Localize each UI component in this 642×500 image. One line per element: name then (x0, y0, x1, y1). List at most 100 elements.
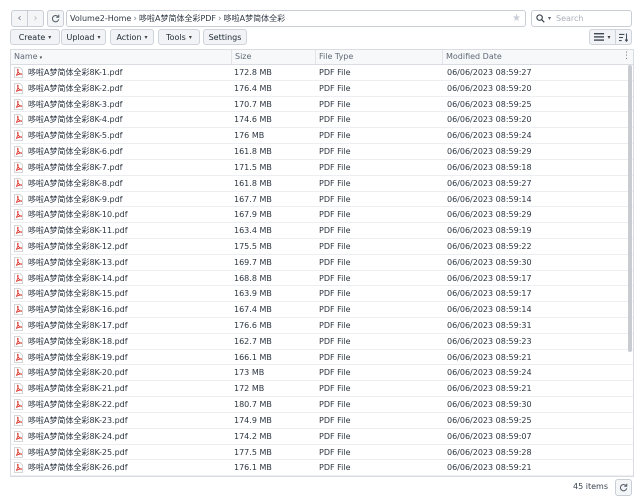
file-type: PDF File (319, 178, 351, 188)
search-icon[interactable] (536, 13, 548, 25)
file-row[interactable]: 哆啦A梦简体全彩8K-15.pdf 163.9 MB PDF File 06/06/2… (11, 286, 633, 303)
item-count: 45 items (573, 482, 608, 491)
file-name-cell: 哆啦A梦简体全彩8K-6.pdf (14, 144, 228, 159)
file-rows: 哆啦A梦简体全彩8K-1.pdf 172.8 MB PDF File 06/06/20… (11, 65, 633, 476)
vertical-scrollbar[interactable] (628, 65, 632, 352)
action-label: Action (116, 32, 142, 42)
file-size: 174.6 MB (234, 115, 272, 125)
file-row[interactable]: 哆啦A梦简体全彩8K-3.pdf 170.7 MB PDF File 06/06/20… (11, 97, 633, 113)
file-modified-date: 06/06/2023 08:59:29 (447, 147, 532, 157)
file-name: 哆啦A梦简体全彩8K-18.pdf (28, 336, 128, 346)
upload-button[interactable]: Upload ▾ (61, 29, 106, 45)
file-row[interactable]: 哆啦A梦简体全彩8K-10.pdf 167.9 MB PDF File 06/06/2… (11, 207, 633, 224)
file-type: PDF File (319, 226, 351, 236)
file-row[interactable]: 哆啦A梦简体全彩8K-9.pdf 167.7 MB PDF File 06/06/20… (11, 192, 633, 208)
file-name-cell: 哆啦A梦简体全彩8K-11.pdf (14, 223, 228, 238)
pdf-file-icon (14, 241, 23, 252)
settings-button[interactable]: Settings (203, 29, 247, 45)
sort-ascending-icon: ▾ (39, 55, 43, 61)
file-size: 167.9 MB (234, 210, 272, 220)
file-row[interactable]: 哆啦A梦简体全彩8K-7.pdf 171.5 MB PDF File 06/06/20… (11, 160, 633, 176)
file-size: 163.4 MB (234, 226, 272, 236)
file-name: 哆啦A梦简体全彩8K-9.pdf (28, 194, 123, 204)
path-bar[interactable]: Volume2-Home › 哆啦A梦简体全彩PDF › 哆啦A梦简体全彩 ★ (66, 10, 526, 27)
file-row[interactable]: 哆啦A梦简体全彩8K-25.pdf 177.5 MB PDF File 06/06/2… (11, 445, 633, 461)
file-size: 161.8 MB (234, 178, 272, 188)
column-header-file-type[interactable]: File Type (316, 50, 443, 64)
file-type: PDF File (319, 384, 351, 394)
search-box[interactable]: ▾ (531, 10, 632, 27)
file-row[interactable]: 哆啦A梦简体全彩8K-20.pdf 173 MB PDF File 06/06/202… (11, 365, 633, 382)
breadcrumb-current-folder[interactable]: 哆啦A梦简体全彩 (224, 13, 285, 24)
file-row[interactable]: 哆啦A梦简体全彩8K-6.pdf 161.8 MB PDF File 06/06/20… (11, 144, 633, 160)
file-row[interactable]: 哆啦A梦简体全彩8K-18.pdf 162.7 MB PDF File 06/06/2… (11, 334, 633, 350)
sort-button[interactable] (616, 29, 632, 45)
file-name-cell: 哆啦A梦简体全彩8K-2.pdf (14, 81, 228, 96)
file-row[interactable]: 哆啦A梦简体全彩8K-8.pdf 161.8 MB PDF File 06/06/20… (11, 176, 633, 192)
column-menu-icon[interactable]: ⋮ (622, 50, 631, 64)
file-row[interactable]: 哆啦A梦简体全彩8K-5.pdf 176 MB PDF File 06/06/2023… (11, 128, 633, 145)
file-modified-date: 06/06/2023 08:59:19 (447, 226, 532, 236)
pdf-file-icon (14, 146, 23, 157)
forward-button[interactable]: › (27, 10, 44, 27)
pdf-file-icon (14, 67, 23, 78)
file-row[interactable]: 哆啦A梦简体全彩8K-22.pdf 180.7 MB PDF File 06/06/2… (11, 397, 633, 413)
search-options-chevron-icon[interactable]: ▾ (548, 15, 551, 22)
breadcrumb-volume[interactable]: Volume2-Home (70, 14, 131, 23)
file-row[interactable]: 哆啦A梦简体全彩8K-24.pdf 174.2 MB PDF File 06/06/2… (11, 429, 633, 445)
file-row[interactable]: 哆啦A梦简体全彩8K-23.pdf 174.9 MB PDF File 06/06/2… (11, 413, 633, 429)
column-header-name[interactable]: Name ▾ (11, 50, 232, 64)
pdf-file-icon (14, 335, 23, 347)
pdf-file-icon (14, 351, 23, 363)
view-mode-button[interactable]: ▾ (589, 29, 616, 45)
file-row[interactable]: 哆啦A梦简体全彩8K-16.pdf 167.4 MB PDF File 06/06/2… (11, 302, 633, 318)
star-icon[interactable]: ★ (512, 13, 521, 24)
reload-list-button[interactable] (615, 479, 632, 496)
file-type: PDF File (319, 447, 351, 457)
file-name-cell: 哆啦A梦简体全彩8K-25.pdf (14, 445, 228, 460)
file-type: PDF File (319, 368, 351, 378)
file-row[interactable]: 哆啦A梦简体全彩8K-4.pdf 174.6 MB PDF File 06/06/20… (11, 112, 633, 129)
file-row[interactable]: 哆啦A梦简体全彩8K-12.pdf 175.5 MB PDF File 06/06/2… (11, 239, 633, 255)
file-row[interactable]: 哆啦A梦简体全彩8K-26.pdf 176.1 MB PDF File 06/06/2… (11, 460, 633, 476)
file-row[interactable]: 哆啦A梦简体全彩8K-1.pdf 172.8 MB PDF File 06/06/20… (11, 65, 633, 81)
file-row[interactable]: 哆啦A梦简体全彩8K-17.pdf 176.6 MB PDF File 06/06/2… (11, 318, 633, 334)
pdf-file-icon (14, 82, 23, 94)
pdf-file-icon (14, 383, 23, 395)
settings-label: Settings (208, 32, 242, 42)
create-button[interactable]: Create ▾ (10, 29, 60, 45)
column-header-modified-date[interactable]: Modified Date (443, 50, 625, 64)
action-button[interactable]: Action ▾ (110, 29, 154, 45)
file-size: 176.4 MB (234, 83, 272, 93)
file-name-cell: 哆啦A梦简体全彩8K-15.pdf (14, 286, 228, 301)
tools-button[interactable]: Tools ▾ (158, 29, 200, 45)
refresh-button[interactable] (47, 10, 64, 27)
file-name-cell: 哆啦A梦简体全彩8K-14.pdf (14, 271, 228, 286)
file-row[interactable]: 哆啦A梦简体全彩8K-11.pdf 163.4 MB PDF File 06/06/2… (11, 223, 633, 239)
file-size: 162.7 MB (234, 336, 272, 346)
file-type: PDF File (319, 289, 351, 299)
back-button[interactable]: ‹ (11, 10, 28, 27)
file-row[interactable]: 哆啦A梦简体全彩8K-2.pdf 176.4 MB PDF File 06/06/20… (11, 81, 633, 97)
file-name: 哆啦A梦简体全彩8K-22.pdf (28, 400, 128, 410)
file-modified-date: 06/06/2023 08:59:29 (447, 210, 532, 220)
file-row[interactable]: 哆啦A梦简体全彩8K-21.pdf 172 MB PDF File 06/06/202… (11, 381, 633, 398)
file-list: Name ▾ Size File Type Modified Date ⋮ 哆啦A… (10, 49, 634, 477)
file-row[interactable]: 哆啦A梦简体全彩8K-14.pdf 168.8 MB PDF File 06/06/2… (11, 271, 633, 287)
file-type: PDF File (319, 68, 351, 77)
file-row[interactable]: 哆啦A梦简体全彩8K-13.pdf 169.7 MB PDF File 06/06/2… (11, 255, 633, 271)
create-label: Create (18, 32, 46, 42)
breadcrumb-pdf-folder[interactable]: 哆啦A梦简体全彩PDF (139, 13, 216, 24)
file-size: 168.8 MB (234, 273, 272, 283)
file-name: 哆啦A梦简体全彩8K-14.pdf (28, 273, 128, 283)
file-type: PDF File (319, 415, 351, 425)
file-row[interactable]: 哆啦A梦简体全彩8K-19.pdf 166.1 MB PDF File 06/06/2… (11, 350, 633, 366)
file-type: PDF File (319, 83, 351, 93)
search-input[interactable] (554, 11, 629, 26)
column-header-size[interactable]: Size (232, 50, 316, 64)
column-size-label: Size (235, 52, 252, 61)
pdf-file-icon (14, 98, 23, 110)
pdf-file-icon (14, 177, 23, 189)
file-name-cell: 哆啦A梦简体全彩8K-12.pdf (14, 239, 228, 254)
file-name: 哆啦A梦简体全彩8K-24.pdf (28, 431, 128, 441)
